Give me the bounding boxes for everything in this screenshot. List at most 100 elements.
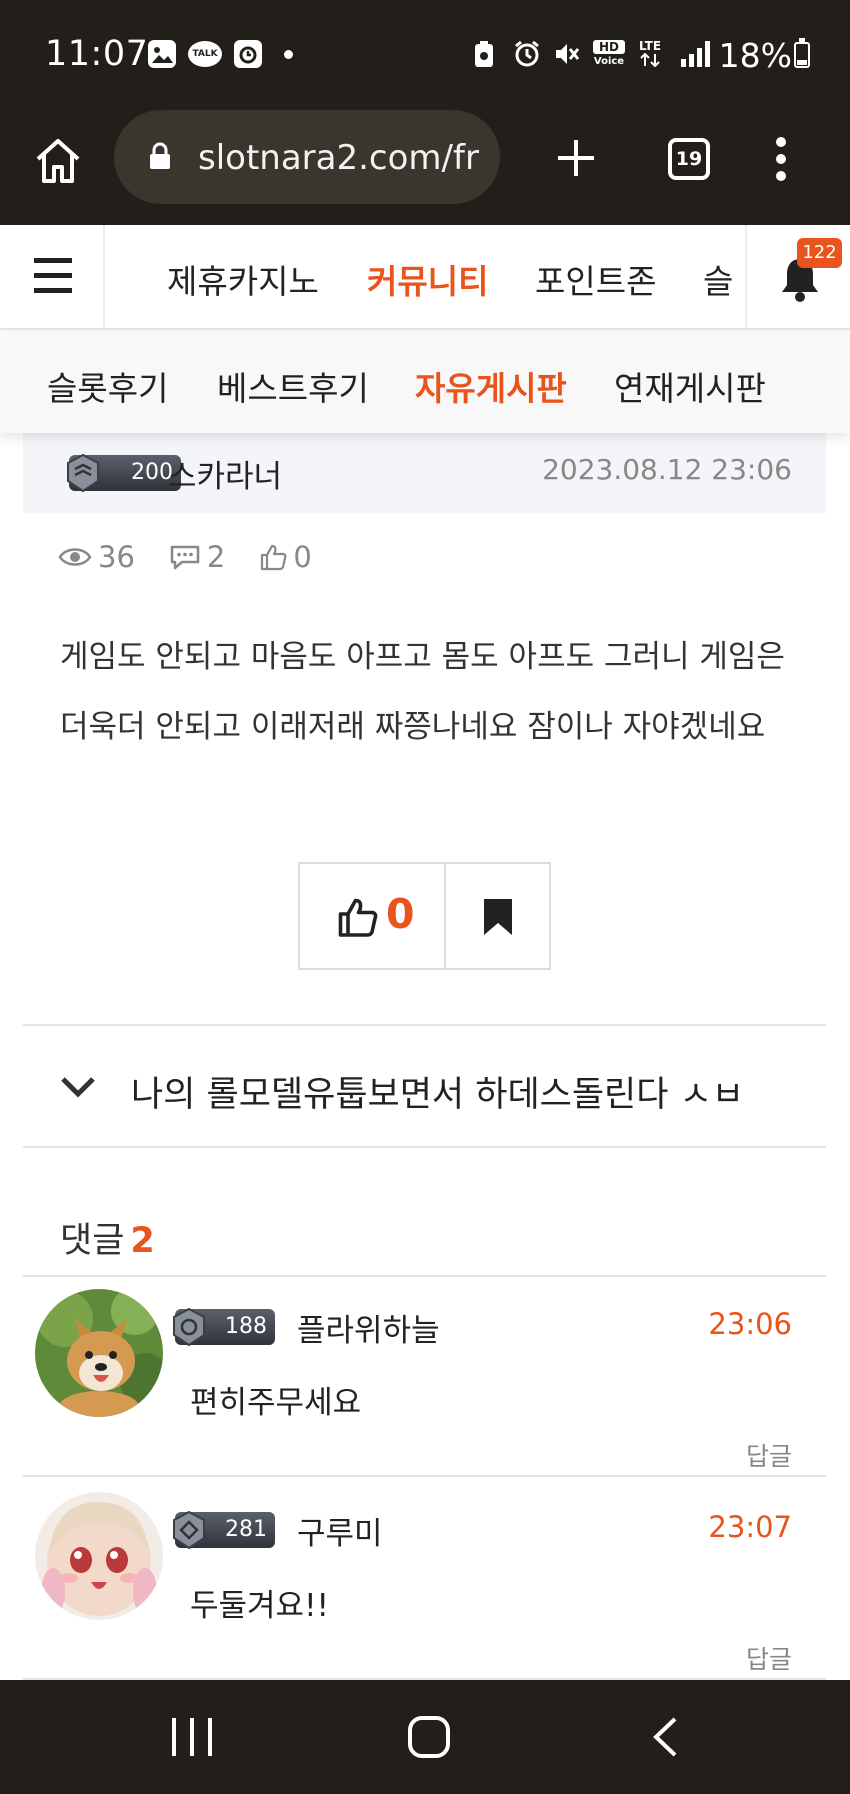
avatar[interactable]: [35, 1492, 163, 1620]
battery-saver-icon: [473, 40, 499, 68]
comment-author[interactable]: 플라위하늘: [297, 1305, 440, 1350]
menu-button[interactable]: [0, 225, 105, 328]
views-count: 36: [98, 540, 135, 574]
comments-stat: 2: [169, 540, 225, 574]
views-stat: 36: [58, 540, 135, 574]
likes-stat: 0: [259, 540, 312, 574]
recents-bar: [190, 1718, 194, 1756]
level-badge: 200: [67, 453, 181, 493]
level-emblem-icon: [173, 1307, 205, 1347]
level-number: 281: [225, 1517, 267, 1542]
notification-count-badge: 122: [797, 238, 842, 268]
lock-icon: [150, 142, 170, 169]
lte-icon: LTE: [639, 40, 667, 68]
related-post-title: 나의 롤모델유툽보면서 하데스돌린다 ㅅㅂ: [131, 1075, 744, 1115]
nav-item-community[interactable]: 커뮤니티: [367, 255, 488, 303]
like-button-count: 0: [386, 890, 415, 938]
tab-best-review[interactable]: 베스트후기: [217, 362, 369, 410]
reply-button[interactable]: 답글: [746, 1640, 792, 1676]
new-tab-button[interactable]: [555, 137, 597, 179]
eye-icon: [58, 548, 92, 566]
main-nav-items: 제휴카지노 커뮤니티 포인트존 슬: [105, 225, 745, 328]
board-tabs: 슬롯후기 베스트후기 자유게시판 연재게시판: [0, 330, 850, 433]
tab-slot-review[interactable]: 슬롯후기: [47, 362, 168, 410]
comments-count: 2: [206, 540, 226, 574]
reply-button[interactable]: 답글: [746, 1437, 792, 1473]
status-time: 11:07: [45, 34, 149, 74]
browser-toolbar: slotnara2.com/fr 19: [0, 110, 850, 225]
tab-switcher-button[interactable]: 19: [668, 138, 710, 180]
back-button[interactable]: [650, 1716, 680, 1762]
alarm-icon: [513, 40, 539, 68]
back-chevron-icon: [653, 1717, 677, 1757]
url-text: slotnara2.com/fr: [198, 138, 479, 178]
browser-home-button[interactable]: [32, 135, 84, 187]
related-post-link[interactable]: 나의 롤모델유툽보면서 하데스돌린다 ㅅㅂ: [23, 1024, 826, 1148]
comments-heading: 댓글 2: [60, 1212, 155, 1263]
more-dot: [776, 171, 786, 181]
comment-author[interactable]: 구루미: [297, 1508, 383, 1553]
hamburger-bar: [34, 273, 72, 278]
post-date: 2023.08.12 23:06: [542, 453, 792, 486]
bookmark-button[interactable]: [448, 864, 549, 968]
anime-avatar-image: [35, 1492, 163, 1620]
recent-apps-button[interactable]: [172, 1718, 212, 1756]
chevron-down-icon: [61, 1077, 95, 1098]
browser-menu-button[interactable]: [776, 137, 788, 181]
post-actions: 0: [298, 862, 551, 970]
post-line: 더욱더 안되고 이래저래 짜쯩나네요 잠이나 자야겠네요: [60, 709, 766, 745]
level-emblem-icon: [173, 1510, 205, 1550]
gallery-icon: [148, 40, 176, 68]
more-notifications-dot: [284, 49, 293, 59]
bookmark-icon: [484, 899, 512, 935]
kakaotalk-icon: TALK: [188, 41, 222, 67]
level-number: 188: [225, 1314, 267, 1339]
nav-item-partner-casino[interactable]: 제휴카지노: [167, 255, 319, 303]
post-line: 게임도 안되고 마음도 아프고 몸도 아프도 그러니 게임은: [60, 639, 785, 675]
plus-icon: [558, 140, 594, 176]
status-bar: 11:07 TALK HD Voice LTE 18%: [0, 0, 850, 110]
post-author[interactable]: 스카라너: [168, 451, 282, 496]
level-badge: 281: [173, 1510, 275, 1550]
dog-avatar-image: [35, 1289, 163, 1417]
comment-icon: [170, 545, 200, 570]
hamburger-bar: [34, 258, 72, 263]
nav-item-next[interactable]: 슬: [703, 255, 733, 303]
avatar[interactable]: [35, 1289, 163, 1417]
mute-icon: [553, 40, 580, 68]
nav-item-point-zone[interactable]: 포인트존: [535, 255, 656, 303]
tab-free-board[interactable]: 자유게시판: [415, 362, 567, 410]
site-nav: 제휴카지노 커뮤니티 포인트존 슬 122: [0, 225, 850, 330]
comment-time: 23:07: [708, 1510, 792, 1544]
system-nav-bar: [0, 1680, 850, 1794]
hamburger-bar: [34, 288, 72, 293]
home-button[interactable]: [408, 1716, 450, 1758]
comment-text: 편히주무세요: [190, 1385, 362, 1421]
like-button[interactable]: 0: [300, 864, 446, 968]
comments-total: 2: [130, 1221, 155, 1261]
tab-series-board[interactable]: 연재게시판: [614, 362, 766, 410]
notification-icons: TALK: [148, 40, 293, 68]
more-dot: [776, 154, 786, 164]
battery-icon: [794, 38, 810, 68]
comment-time: 23:06: [708, 1307, 792, 1341]
level-number: 200: [131, 460, 173, 485]
signal-strength-icon: [681, 41, 710, 67]
comments-label: 댓글: [60, 1221, 125, 1261]
likes-count: 0: [293, 540, 312, 574]
post-content: 게임도 안되고 마음도 아프고 몸도 아프도 그러니 게임은 더욱더 안되고 이…: [60, 622, 800, 762]
comment-item: 281 구루미 23:07 두둘겨요!! 답글: [23, 1480, 826, 1680]
post-stats: 36 2 0: [58, 535, 346, 579]
more-dot: [776, 137, 786, 147]
thumbs-up-icon: [338, 898, 378, 937]
notifications-button[interactable]: 122: [745, 225, 850, 328]
level-badge: 188: [173, 1307, 275, 1347]
address-bar[interactable]: slotnara2.com/fr: [114, 110, 500, 204]
comment-item: 188 플라위하늘 23:06 편히주무세요 답글: [23, 1277, 826, 1477]
home-icon: [36, 139, 80, 183]
level-emblem-icon: [67, 453, 99, 493]
post-header: 200 스카라너 2023.08.12 23:06: [23, 433, 826, 513]
system-icons: HD Voice LTE: [473, 40, 710, 68]
hd-voice-icon: HD Voice: [593, 40, 625, 67]
thumbs-up-icon: [261, 544, 287, 571]
